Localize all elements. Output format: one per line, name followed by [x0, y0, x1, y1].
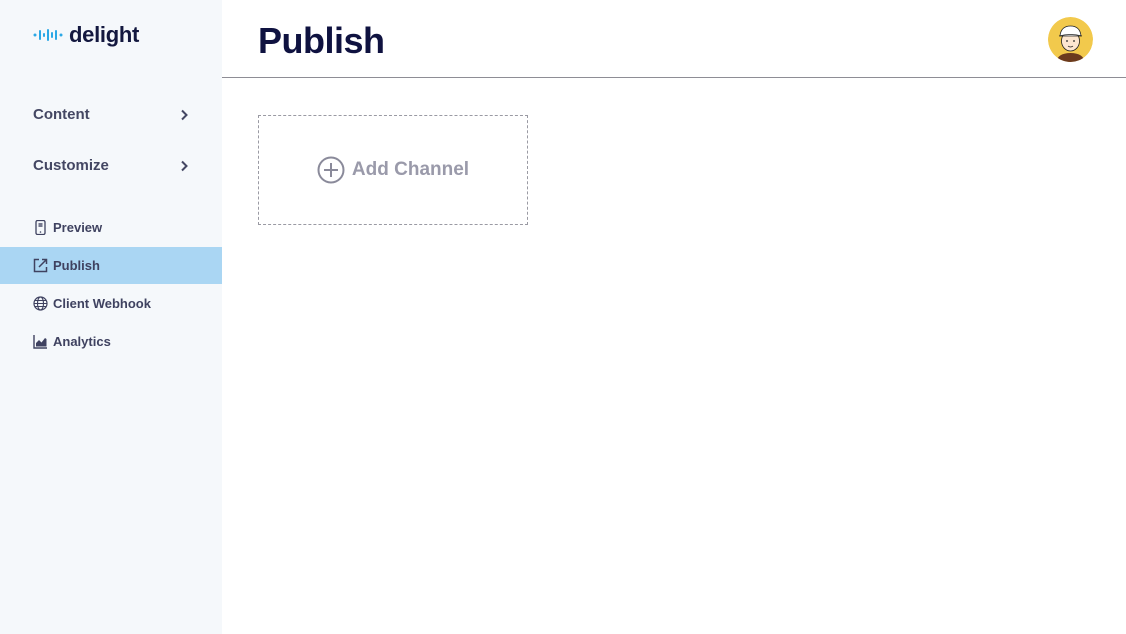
chevron-right-icon — [181, 109, 188, 120]
sidebar-group-label: Content — [33, 106, 90, 123]
sidebar-group-customize[interactable]: Customize — [33, 157, 189, 174]
sidebar-item-analytics[interactable]: Analytics — [0, 323, 222, 360]
globe-icon — [33, 296, 48, 311]
sidebar-item-publish[interactable]: Publish — [0, 247, 222, 284]
user-avatar[interactable] — [1048, 17, 1093, 62]
plus-circle-icon — [317, 156, 345, 184]
sidebar-item-preview[interactable]: Preview — [0, 209, 222, 246]
sidebar-group-content[interactable]: Content — [33, 106, 189, 123]
brand-name: delight — [69, 22, 140, 47]
avatar-illustration-icon — [1048, 17, 1093, 62]
sidebar-item-label: Preview — [53, 220, 103, 235]
add-channel-button[interactable]: Add Channel — [258, 115, 528, 225]
add-channel-label: Add Channel — [351, 159, 470, 180]
sidebar-item-client-webhook[interactable]: Client Webhook — [0, 285, 222, 322]
waveform-logo-icon — [33, 29, 63, 41]
header-divider — [222, 77, 1126, 78]
brand-logo[interactable]: delight — [33, 22, 139, 48]
mobile-preview-icon — [33, 220, 48, 235]
sidebar-item-label: Client Webhook — [53, 296, 151, 311]
chevron-right-icon — [181, 160, 188, 171]
sidebar: delight Content Customize Preview Publis… — [0, 0, 222, 634]
sidebar-item-label: Analytics — [53, 334, 111, 349]
page-title: Publish — [258, 20, 385, 61]
area-chart-icon — [33, 334, 48, 349]
sidebar-item-label: Publish — [53, 258, 100, 273]
sidebar-group-label: Customize — [33, 157, 109, 174]
external-link-icon — [33, 258, 48, 273]
